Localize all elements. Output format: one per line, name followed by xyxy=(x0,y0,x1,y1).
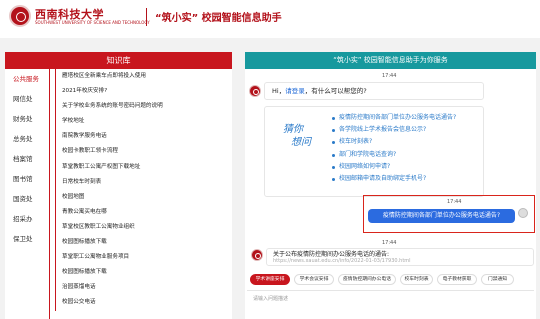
timestamp: 17:44 xyxy=(382,73,397,79)
topic-item[interactable]: 2021年校庆安排? xyxy=(50,84,232,100)
topic-list: 雁塔校区全新乘车点即将投入使用 2021年校庆安排? 关于学校业务系统的账号密码… xyxy=(50,69,232,311)
chat-panel: “筑小实” 校园智能信息助手为你服务 17:44 Hi，请登录，有什么可以帮您的… xyxy=(245,52,536,319)
timestamp: 17:44 xyxy=(447,199,462,205)
greeting-prefix: Hi， xyxy=(272,87,286,95)
topic-item[interactable]: 学校地址 xyxy=(50,114,232,130)
app-header: 西南科技大学 SOUTHWEST UNIVERSITY OF SCIENCE A… xyxy=(0,0,540,38)
suggested-question[interactable]: 部门和学院电话查询? xyxy=(332,149,456,161)
category-item[interactable]: 国资处 xyxy=(5,189,48,209)
topic-item[interactable]: 校园地图 xyxy=(50,189,232,205)
topic-item[interactable]: 治园蒸馏电话 xyxy=(50,280,232,296)
knowledge-title: 知识库 xyxy=(5,52,232,69)
topic-item[interactable]: 关于学校业务系统的账号密码问题的说明 xyxy=(50,99,232,115)
topic-item[interactable]: 校园图标播放下载 xyxy=(50,265,232,281)
message-input-area xyxy=(247,290,534,318)
school-name-en: SOUTHWEST UNIVERSITY OF SCIENCE AND TECH… xyxy=(35,20,150,25)
guess-label-line1: 猜你 xyxy=(283,124,303,135)
user-avatar xyxy=(518,208,528,218)
category-list: 公共服务 网信处 财务处 总务处 档案馆 图书馆 国资处 招采办 保卫处 xyxy=(5,69,48,249)
category-item[interactable]: 财务处 xyxy=(5,109,48,129)
category-item[interactable]: 网信处 xyxy=(5,89,48,109)
category-item[interactable]: 保卫处 xyxy=(5,229,48,249)
quick-action-chip[interactable]: 学术会议安排 xyxy=(294,274,334,285)
topic-item[interactable]: 草堂职工公寓物业服务项目 xyxy=(50,250,232,266)
quick-action-chip[interactable]: 学术讲座安排 xyxy=(250,274,290,285)
topic-item[interactable]: 南院教学服务电话 xyxy=(50,129,232,145)
suggested-questions: 猜你 想问 疫情防控期间各部门单位办公服务电话通告? 各学院线上学术报告会信息公… xyxy=(264,106,484,197)
bot-avatar xyxy=(251,249,263,261)
user-message: 疫情防控期间各部门单位办公服务电话通告? xyxy=(368,209,515,223)
category-item[interactable]: 总务处 xyxy=(5,129,48,149)
school-emblem-icon xyxy=(9,5,31,27)
message-input[interactable] xyxy=(247,291,534,318)
topic-item[interactable]: 雁塔校区全新乘车点即将投入使用 xyxy=(50,69,232,85)
quick-action-chip[interactable]: 校车时刻表 xyxy=(400,274,433,285)
greeting-message: Hi，请登录，有什么可以帮您的? xyxy=(264,82,484,100)
guess-label-line2: 想问 xyxy=(291,137,311,148)
bot-avatar xyxy=(249,85,261,97)
suggested-question[interactable]: 校园邮箱申请及自助绑定手机号? xyxy=(332,173,456,185)
guess-label: 猜你 想问 xyxy=(283,123,311,149)
topic-item[interactable]: 草堂校区教职工公寓物业组织 xyxy=(50,219,232,236)
header-divider xyxy=(146,8,147,26)
reply-link[interactable]: https://news.xauat.edu.cn/info/2022-01-0… xyxy=(273,258,527,265)
quick-action-chip[interactable]: 电子教材获取 xyxy=(437,274,477,285)
category-item[interactable]: 档案馆 xyxy=(5,149,48,169)
chat-title: “筑小实” 校园智能信息助手为你服务 xyxy=(245,52,536,69)
topic-item[interactable]: 日常校车时刻表 xyxy=(50,174,232,190)
topic-item[interactable]: 草堂教职工公寓产权图下载地址 xyxy=(50,159,232,175)
quick-action-chip[interactable]: 门禁通知 xyxy=(481,274,514,285)
suggested-question[interactable]: 各学院线上学术报告会信息公示? xyxy=(332,124,456,136)
app-title: “筑小实” 校园智能信息助手 xyxy=(155,13,282,24)
topic-item[interactable]: 校园卡教职工领卡流程 xyxy=(50,144,232,160)
topic-item[interactable]: 校园公交电话 xyxy=(50,295,232,311)
topic-item[interactable]: 校园图标播放下载 xyxy=(50,235,232,251)
login-link[interactable]: 请登录 xyxy=(285,87,305,95)
guess-list: 疫情防控期间各部门单位办公服务电话通告? 各学院线上学术报告会信息公示? 校车时… xyxy=(332,112,456,185)
category-item[interactable]: 招采办 xyxy=(5,209,48,229)
topic-item[interactable]: 青教公寓买电在哪 xyxy=(50,204,232,220)
quick-actions: 学术讲座安排 学术会议安排 疫情防控期间办公电话 校车时刻表 电子教材获取 门禁… xyxy=(247,274,534,286)
timestamp: 17:44 xyxy=(382,240,397,246)
quick-action-chip[interactable]: 疫情防控期间办公电话 xyxy=(338,274,396,285)
knowledge-panel: 知识库 公共服务 网信处 财务处 总务处 档案馆 图书馆 国资处 招采办 保卫处… xyxy=(5,52,232,319)
category-item[interactable]: 图书馆 xyxy=(5,169,48,189)
category-item[interactable]: 公共服务 xyxy=(5,69,48,89)
greeting-suffix: ，有什么可以帮您的? xyxy=(304,87,367,95)
reply-text: 关于公布疫情防控期间办公服务电话的通告: xyxy=(273,251,390,258)
bot-reply: 关于公布疫情防控期间办公服务电话的通告: https://news.xauat.… xyxy=(266,248,534,266)
suggested-question[interactable]: 校车时刻表? xyxy=(332,136,456,148)
suggested-question[interactable]: 疫情防控期间各部门单位办公服务电话通告? xyxy=(332,112,456,124)
suggested-question[interactable]: 校园网络如何申请? xyxy=(332,161,456,173)
